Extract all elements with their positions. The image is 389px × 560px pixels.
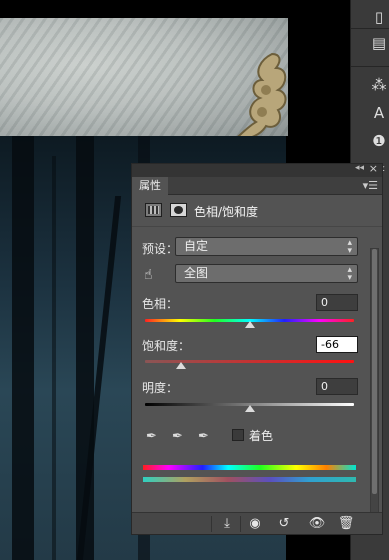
close-icon[interactable]: × [369, 162, 378, 175]
lightness-label: 明度： [142, 381, 179, 395]
layer-mask-icon[interactable] [170, 203, 187, 217]
saturation-label: 饱和度： [142, 339, 191, 353]
lightness-input[interactable]: 0 [316, 378, 358, 395]
preset-label: 预设： [142, 242, 179, 256]
eyedropper-plus-icon[interactable]: ✒ [172, 429, 186, 444]
trash-icon[interactable]: 🗑 [335, 516, 357, 532]
adjustment-header: 色相/饱和度 [132, 195, 382, 227]
panel-title-bar[interactable]: ◂◂ × [132, 162, 382, 177]
clip-to-layer-icon[interactable]: ⤓ [216, 516, 238, 532]
preset-value: 自定 [184, 239, 209, 253]
chevron-updown-icon: ▴ ▾ [347, 238, 352, 256]
colorize-label: 着色 [249, 429, 274, 443]
saturation-slider-thumb[interactable] [175, 362, 186, 369]
reset-icon[interactable]: ↺ [273, 516, 295, 532]
saturation-input[interactable]: -66 [316, 336, 358, 353]
range-select[interactable]: 全图 ▴ ▾ [175, 264, 358, 283]
eyedropper-icon[interactable]: ✒ [146, 429, 160, 444]
paragraph-icon[interactable]: ▤ [371, 34, 387, 52]
input-color-bar [143, 465, 356, 470]
adjustment-title: 色相/饱和度 [194, 205, 259, 219]
lightness-slider-thumb[interactable] [244, 405, 255, 412]
hue-saturation-icon [145, 203, 162, 217]
panel-scrollbar[interactable] [370, 248, 379, 513]
hue-input[interactable]: 0 [316, 294, 358, 311]
scrollbar-thumb[interactable] [372, 249, 377, 494]
double-chevron-icon[interactable]: ◂◂ [355, 163, 364, 173]
info-icon[interactable]: ❶ [371, 132, 387, 150]
panel-footer: ⤓ ◉ ↺ 👁 🗑 [132, 512, 382, 534]
preset-select[interactable]: 自定 ▴ ▾ [175, 237, 358, 256]
targeted-adjustment-hand-icon[interactable]: ☝ [144, 267, 162, 284]
properties-panel: ◂◂ × 属性 ▾☰ 色相/饱和度 预设： 自定 ▴ ▾ ☝ 全图 ▴ ▾ 色相： … [131, 162, 383, 535]
hue-slider-thumb[interactable] [244, 321, 255, 328]
ornament-image [232, 52, 287, 140]
colorize-checkbox[interactable] [232, 429, 244, 441]
panel-menu-icon[interactable]: ▾☰ [363, 179, 378, 192]
tab-properties[interactable]: 属性 [132, 177, 168, 195]
eye-icon[interactable]: 👁 [306, 516, 328, 532]
ruler-icon[interactable]: ▯ [371, 8, 387, 26]
panel-tab-row: 属性 ▾☰ [132, 177, 382, 195]
output-color-bar [143, 477, 356, 482]
character-icon[interactable]: A [371, 104, 387, 122]
hue-label: 色相： [142, 297, 179, 311]
eyedropper-minus-icon[interactable]: ✒ [198, 429, 212, 444]
chevron-updown-icon: ▴ ▾ [347, 265, 352, 283]
view-previous-icon[interactable]: ◉ [244, 516, 266, 532]
brush-preset-icon[interactable]: ⁂ [371, 76, 387, 94]
range-value: 全图 [184, 266, 209, 280]
